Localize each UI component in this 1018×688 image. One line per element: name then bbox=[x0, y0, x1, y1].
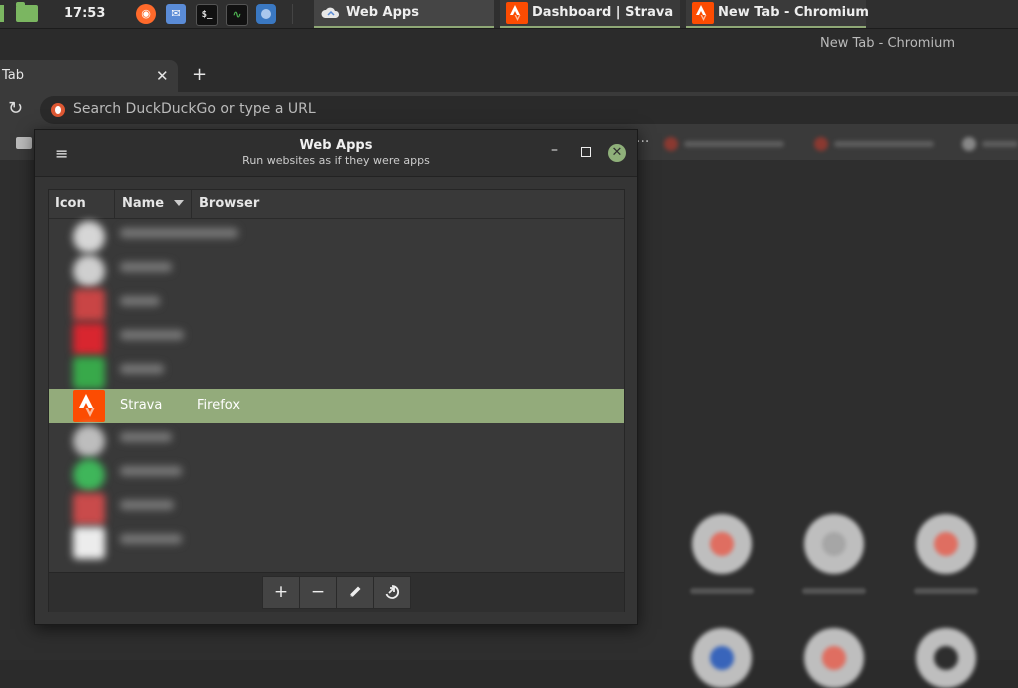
tab-new-tab[interactable]: Tab ✕ bbox=[0, 60, 178, 92]
launch-icon bbox=[385, 585, 400, 599]
taskbar: 17:53 ◉ ✉ $_ ∿ Web Apps Dashboard | Stra… bbox=[0, 0, 1018, 29]
app-icon bbox=[73, 459, 105, 491]
terminal-launcher-icon[interactable]: $_ bbox=[196, 4, 218, 26]
app-browser: Firefox bbox=[197, 398, 241, 413]
list-button-bar: + − bbox=[49, 572, 624, 612]
add-button[interactable]: + bbox=[262, 576, 300, 609]
list-item[interactable] bbox=[49, 220, 624, 254]
column-header-icon[interactable]: Icon bbox=[49, 190, 115, 218]
shortcut-tile[interactable] bbox=[916, 628, 976, 688]
list-item[interactable] bbox=[49, 424, 624, 458]
app-name: Strava bbox=[120, 398, 163, 413]
omnibox-placeholder: Search DuckDuckGo or type a URL bbox=[73, 101, 316, 117]
app-name-redacted bbox=[120, 262, 172, 272]
omnibox[interactable]: Search DuckDuckGo or type a URL bbox=[40, 96, 1018, 124]
close-icon[interactable]: ✕ bbox=[608, 144, 626, 162]
list-header: Icon Name Browser bbox=[49, 190, 624, 219]
task-label: Dashboard | Strava bbox=[532, 5, 674, 20]
app-name-redacted bbox=[120, 534, 182, 544]
pencil-icon bbox=[350, 586, 361, 597]
maximize-icon[interactable] bbox=[581, 147, 591, 157]
tab-strip: Tab ✕ + bbox=[0, 56, 1018, 92]
bookmark-item[interactable] bbox=[814, 134, 944, 154]
web-apps-list: Icon Name Browser Strava Firefox + − bbox=[48, 189, 625, 612]
web-apps-cloud-icon bbox=[320, 2, 342, 24]
reload-icon[interactable]: ↻ bbox=[8, 98, 23, 119]
app-name-redacted bbox=[120, 228, 238, 238]
app-icon bbox=[73, 357, 105, 389]
shortcut-label bbox=[914, 588, 978, 594]
list-item[interactable] bbox=[49, 526, 624, 560]
web-apps-dialog: ≡ Web Apps Run websites as if they were … bbox=[34, 129, 638, 625]
list-item[interactable] bbox=[49, 458, 624, 492]
dialog-title: Web Apps bbox=[299, 138, 373, 153]
shortcut-tile[interactable] bbox=[692, 514, 752, 574]
app-icon bbox=[73, 255, 105, 287]
task-label: New Tab - Chromium bbox=[718, 5, 869, 20]
strava-icon bbox=[73, 390, 105, 422]
app-icon bbox=[73, 323, 105, 355]
duckduckgo-icon bbox=[51, 103, 65, 117]
app-name-redacted bbox=[120, 500, 174, 510]
shortcut-tile[interactable] bbox=[804, 514, 864, 574]
shortcut-label bbox=[690, 588, 754, 594]
sort-descending-icon bbox=[174, 200, 184, 206]
app-name-redacted bbox=[120, 330, 184, 340]
menu-edge-icon[interactable] bbox=[0, 5, 4, 22]
edit-button[interactable] bbox=[336, 576, 374, 609]
shortcut-label bbox=[802, 588, 866, 594]
column-header-browser[interactable]: Browser bbox=[192, 190, 624, 218]
task-web-apps[interactable]: Web Apps bbox=[314, 0, 494, 28]
system-monitor-launcher-icon[interactable]: ∿ bbox=[226, 4, 248, 26]
clock[interactable]: 17:53 bbox=[64, 6, 105, 21]
new-tab-button[interactable]: + bbox=[192, 64, 207, 85]
app-icon bbox=[73, 493, 105, 525]
list-item[interactable] bbox=[49, 254, 624, 288]
bookmark-item[interactable] bbox=[664, 134, 794, 154]
run-button[interactable] bbox=[373, 576, 411, 609]
remove-button[interactable]: − bbox=[299, 576, 337, 609]
dialog-header: ≡ Web Apps Run websites as if they were … bbox=[35, 130, 637, 177]
firefox-launcher-icon[interactable]: ◉ bbox=[136, 4, 156, 24]
app-name-redacted bbox=[120, 296, 160, 306]
shortcut-tile[interactable] bbox=[804, 628, 864, 688]
strava-icon bbox=[506, 2, 528, 24]
browser-toolbar: ↻ Search DuckDuckGo or type a URL bbox=[0, 92, 1018, 128]
tab-title: Tab bbox=[2, 68, 25, 83]
app-name-redacted bbox=[120, 466, 182, 476]
app-name-redacted bbox=[120, 364, 164, 374]
shortcut-tile[interactable] bbox=[916, 514, 976, 574]
list-item[interactable] bbox=[49, 356, 624, 390]
minimize-icon[interactable]: – bbox=[551, 142, 558, 158]
task-new-tab-chromium[interactable]: New Tab - Chromium bbox=[686, 0, 869, 28]
bookmark-item[interactable] bbox=[962, 134, 1018, 154]
app-icon bbox=[73, 425, 105, 457]
app-name-redacted bbox=[120, 432, 172, 442]
dialog-subtitle: Run websites as if they were apps bbox=[242, 154, 430, 167]
app-icon bbox=[73, 289, 105, 321]
strava-icon bbox=[692, 2, 714, 24]
taskbar-separator bbox=[292, 4, 293, 24]
list-item[interactable] bbox=[49, 322, 624, 356]
app-icon bbox=[73, 527, 105, 559]
list-item[interactable] bbox=[49, 492, 624, 526]
task-dashboard-strava[interactable]: Dashboard | Strava bbox=[500, 0, 680, 28]
tab-close-icon[interactable]: ✕ bbox=[156, 67, 169, 85]
mail-launcher-icon[interactable]: ✉ bbox=[166, 4, 186, 24]
chromium-launcher-icon[interactable] bbox=[256, 4, 276, 24]
list-item[interactable] bbox=[49, 288, 624, 322]
window-title: New Tab - Chromium bbox=[820, 36, 955, 51]
bookmarks-folder-icon[interactable] bbox=[16, 137, 32, 149]
app-icon bbox=[73, 221, 105, 253]
task-label: Web Apps bbox=[346, 5, 419, 20]
folder-icon[interactable] bbox=[16, 2, 38, 22]
shortcut-tile[interactable] bbox=[692, 628, 752, 688]
bookmarks-more-icon[interactable]: ··· bbox=[636, 134, 649, 150]
list-item-selected[interactable]: Strava Firefox bbox=[49, 389, 624, 423]
